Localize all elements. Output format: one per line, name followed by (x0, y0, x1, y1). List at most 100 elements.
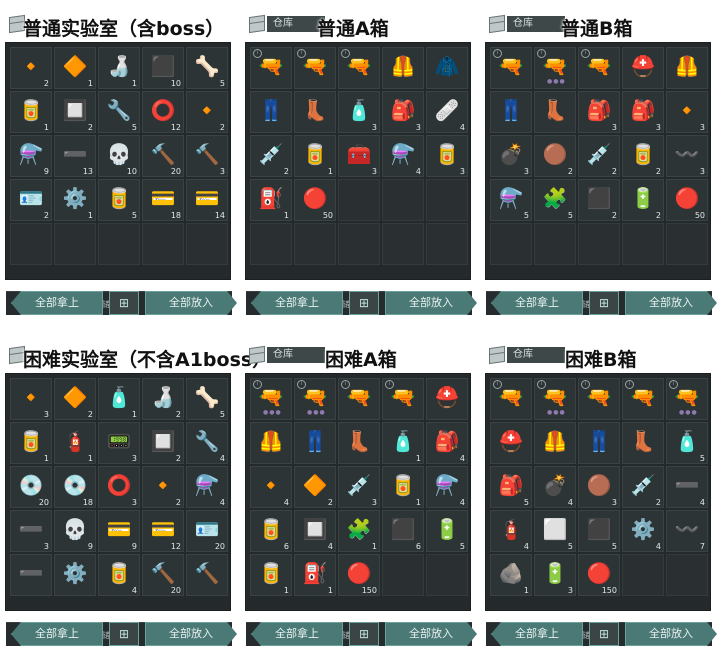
inventory-slot[interactable]: 🧴 3 (338, 91, 380, 133)
sort-grid-icon[interactable]: ⊞ (109, 291, 139, 315)
inventory-slot[interactable] (426, 554, 468, 596)
inventory-slot[interactable] (54, 223, 96, 265)
inventory-slot[interactable]: ⚗️ 4 (426, 466, 468, 508)
inventory-slot[interactable]: 🥫 6 (250, 510, 292, 552)
inventory-slot[interactable]: 〰️ 3 (666, 135, 708, 177)
inventory-slot[interactable]: 🔫 i ●●● (534, 47, 576, 89)
inventory-slot[interactable]: 🧴 1 (382, 422, 424, 464)
inventory-slot[interactable]: 🔲 2 (54, 91, 96, 133)
inventory-slot[interactable]: 🟤 3 (578, 466, 620, 508)
put-all-button[interactable]: 全部放入 (385, 291, 477, 315)
inventory-slot[interactable]: 💣 3 (490, 135, 532, 177)
inventory-slot[interactable] (382, 554, 424, 596)
inventory-slot[interactable]: 🥫 1 (382, 466, 424, 508)
inventory-slot[interactable]: 🦴 5 (186, 378, 228, 420)
inventory-slot[interactable]: 🪪 2 (10, 179, 52, 221)
sort-grid-icon[interactable]: ⊞ (589, 622, 619, 646)
sort-grid-icon[interactable]: ⊞ (109, 622, 139, 646)
info-icon[interactable]: i (625, 380, 634, 389)
inventory-slot[interactable]: 🎒 5 (490, 466, 532, 508)
put-all-button[interactable]: 全部放入 (385, 622, 477, 646)
inventory-slot[interactable]: 💉 2 (578, 135, 620, 177)
inventory-slot[interactable]: 🧴 5 (666, 422, 708, 464)
inventory-slot[interactable]: ⬛ 6 (382, 510, 424, 552)
inventory-slot[interactable]: ➖ (10, 554, 52, 596)
inventory-slot[interactable] (426, 223, 468, 265)
inventory-slot[interactable]: 🔸 2 (142, 466, 184, 508)
inventory-slot[interactable]: 🦺 (666, 47, 708, 89)
take-all-button[interactable]: 全部拿上 (251, 622, 343, 646)
inventory-slot[interactable] (338, 179, 380, 221)
info-icon[interactable]: i (493, 49, 502, 58)
inventory-slot[interactable]: 🦺 (250, 422, 292, 464)
inventory-slot[interactable]: 🧴 1 (98, 378, 140, 420)
info-icon[interactable]: i (297, 49, 306, 58)
inventory-slot[interactable]: 🔶 1 (54, 47, 96, 89)
inventory-slot[interactable] (666, 223, 708, 265)
inventory-slot[interactable]: ⚗️ 4 (186, 466, 228, 508)
inventory-slot[interactable] (622, 554, 664, 596)
inventory-slot[interactable] (622, 223, 664, 265)
inventory-slot[interactable]: 🔫 i (338, 47, 380, 89)
inventory-slot[interactable]: 💉 2 (250, 135, 292, 177)
put-all-button[interactable]: 全部放入 (145, 622, 237, 646)
inventory-slot[interactable]: 💿 18 (54, 466, 96, 508)
inventory-slot[interactable]: ⚙️ 4 (622, 510, 664, 552)
inventory-slot[interactable]: 🔋 2 (622, 179, 664, 221)
take-all-button[interactable]: 全部拿上 (11, 291, 103, 315)
inventory-slot[interactable]: 🩹 4 (426, 91, 468, 133)
inventory-slot[interactable]: 🥫 1 (10, 422, 52, 464)
inventory-slot[interactable]: 👖 (490, 91, 532, 133)
inventory-slot[interactable]: 🔴 150 (578, 554, 620, 596)
inventory-slot[interactable]: ➖ 4 (666, 466, 708, 508)
info-icon[interactable]: i (537, 380, 546, 389)
inventory-slot[interactable]: ⚗️ 4 (382, 135, 424, 177)
inventory-slot[interactable]: 💳 12 (142, 510, 184, 552)
inventory-slot[interactable]: 🎒 3 (382, 91, 424, 133)
inventory-slot[interactable]: 💿 20 (10, 466, 52, 508)
inventory-slot[interactable] (534, 223, 576, 265)
warehouse-tab[interactable]: 仓库 (507, 16, 565, 32)
inventory-slot[interactable]: ⛑️ (490, 422, 532, 464)
inventory-slot[interactable]: 🦺 (534, 422, 576, 464)
inventory-slot[interactable]: ⬛ 10 (142, 47, 184, 89)
inventory-slot[interactable]: 👖 (250, 91, 292, 133)
inventory-slot[interactable]: 🦺 (382, 47, 424, 89)
inventory-slot[interactable]: 🧰 3 (338, 135, 380, 177)
inventory-slot[interactable]: 🔫 i ●●● (250, 378, 292, 420)
inventory-slot[interactable]: ⛽ 1 (294, 554, 336, 596)
inventory-slot[interactable]: ⚙️ 1 (54, 179, 96, 221)
info-icon[interactable]: i (253, 49, 262, 58)
inventory-slot[interactable]: 💉 3 (338, 466, 380, 508)
inventory-slot[interactable]: 🥫 2 (622, 135, 664, 177)
inventory-slot[interactable] (338, 223, 380, 265)
inventory-slot[interactable] (10, 223, 52, 265)
info-icon[interactable]: i (669, 380, 678, 389)
inventory-slot[interactable] (382, 179, 424, 221)
inventory-slot[interactable]: 💉 2 (622, 466, 664, 508)
inventory-slot[interactable]: 🪨 1 (490, 554, 532, 596)
inventory-slot[interactable] (578, 223, 620, 265)
inventory-slot[interactable]: ⬛ 2 (578, 179, 620, 221)
inventory-slot[interactable]: 🥫 1 (10, 91, 52, 133)
inventory-slot[interactable]: 🔸 4 (250, 466, 292, 508)
inventory-slot[interactable]: 🔲 2 (142, 422, 184, 464)
inventory-slot[interactable] (382, 223, 424, 265)
warehouse-tab[interactable]: 仓库 (507, 347, 565, 363)
inventory-slot[interactable]: 🔸 2 (186, 91, 228, 133)
inventory-slot[interactable]: 🔫 i (250, 47, 292, 89)
inventory-slot[interactable]: 🪪 20 (186, 510, 228, 552)
info-icon[interactable]: i (581, 49, 590, 58)
take-all-button[interactable]: 全部拿上 (491, 291, 583, 315)
inventory-slot[interactable]: 📟 3 (98, 422, 140, 464)
inventory-slot[interactable]: 🔫 i (578, 47, 620, 89)
inventory-slot[interactable]: 🔸 3 (10, 378, 52, 420)
sort-grid-icon[interactable]: ⊞ (349, 622, 379, 646)
inventory-slot[interactable]: 💳 14 (186, 179, 228, 221)
inventory-slot[interactable]: 🔋 5 (426, 510, 468, 552)
warehouse-tab[interactable]: 仓库 (267, 347, 325, 363)
inventory-slot[interactable]: 🔫 i (578, 378, 620, 420)
inventory-slot[interactable]: 🔴 50 (666, 179, 708, 221)
inventory-slot[interactable] (98, 223, 140, 265)
inventory-slot[interactable]: 💳 18 (142, 179, 184, 221)
